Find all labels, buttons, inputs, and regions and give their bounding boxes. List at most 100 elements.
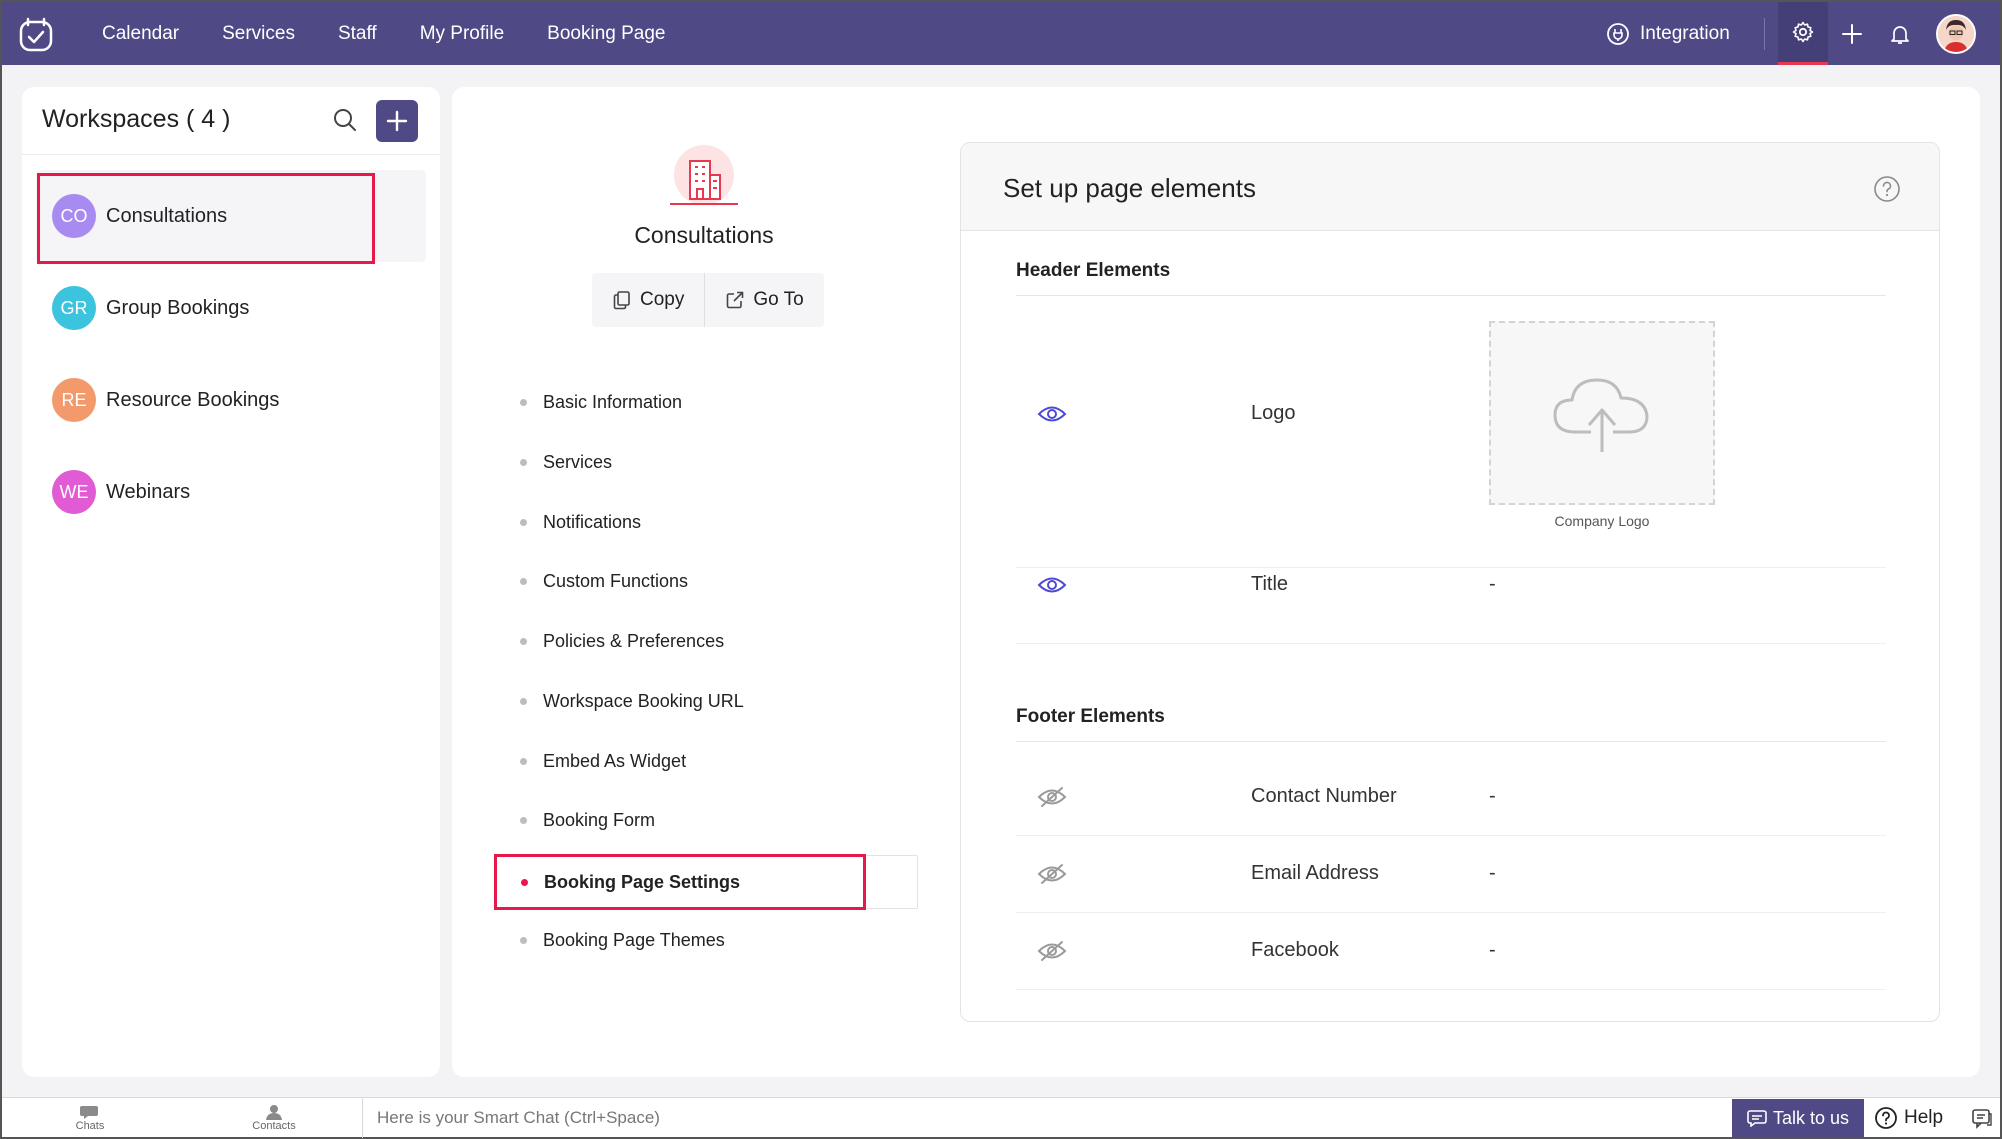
chat-window-icon[interactable] [1970, 1106, 1994, 1130]
add-button[interactable] [1832, 2, 1872, 65]
contacts-button[interactable]: Contacts [244, 1100, 304, 1136]
workspace-item-resource-bookings[interactable]: RE Resource Bookings [36, 354, 426, 446]
copy-icon [613, 291, 630, 310]
bullet-icon [520, 637, 527, 645]
bullet-icon [520, 936, 527, 944]
search-icon[interactable] [330, 105, 360, 135]
nav-services[interactable]: Services [222, 23, 295, 45]
integration-label: Integration [1640, 22, 1730, 44]
cloud-upload-icon [1553, 378, 1649, 452]
highlight-annotation [494, 854, 866, 910]
help-label: Help [1904, 1107, 1944, 1128]
menu-embed-as-widget[interactable]: Embed As Widget [496, 736, 918, 786]
logo-upload-area[interactable] [1489, 321, 1715, 505]
plus-icon [1842, 23, 1862, 44]
nav-calendar[interactable]: Calendar [102, 23, 179, 45]
menu-label: Embed As Widget [543, 750, 687, 771]
external-link-icon [727, 291, 744, 309]
eye-icon[interactable] [1037, 403, 1067, 425]
chats-button[interactable]: Chats [60, 1100, 120, 1136]
row-divider [1016, 567, 1886, 568]
smart-chat-input[interactable]: Here is your Smart Chat (Ctrl+Space) [377, 1098, 660, 1138]
go-to-button[interactable]: Go To [705, 273, 823, 327]
section-divider [1016, 295, 1886, 296]
panel-title: Set up page elements [1003, 173, 1256, 203]
menu-label: Notifications [543, 511, 642, 532]
menu-label: Booking Form [543, 809, 656, 830]
message-icon [1747, 1110, 1767, 1127]
bullet-icon [520, 398, 527, 406]
workspace-avatar: GR [52, 286, 96, 330]
workspace-actions: Copy Go To [592, 273, 824, 327]
menu-policies-preferences[interactable]: Policies & Preferences [496, 616, 918, 666]
contact-person-icon [266, 1105, 282, 1120]
menu-label: Custom Functions [543, 570, 689, 591]
menu-label: Workspace Booking URL [543, 690, 744, 711]
eye-off-icon[interactable] [1037, 786, 1067, 808]
logo-caption: Company Logo [1554, 513, 1650, 529]
menu-services[interactable]: Services [496, 437, 918, 487]
bullet-icon [520, 518, 527, 526]
section-divider [1016, 741, 1886, 742]
chat-bubble-icon [80, 1106, 98, 1119]
row-divider [1016, 643, 1886, 644]
menu-label: Booking Page Themes [543, 929, 725, 950]
plug-icon [1607, 22, 1629, 45]
workspace-avatar: RE [52, 378, 96, 422]
talk-label: Talk to us [1772, 1107, 1850, 1128]
email-address-label: Email Address [1251, 862, 1379, 884]
settings-button[interactable] [1778, 2, 1828, 65]
workspace-item-group-bookings[interactable]: GR Group Bookings [36, 262, 426, 354]
topbar-divider [1764, 18, 1765, 50]
nav-booking-page[interactable]: Booking Page [547, 23, 665, 45]
eye-icon[interactable] [1037, 574, 1067, 596]
go-to-label: Go To [753, 289, 804, 310]
main-nav: Calendar Services Staff My Profile Booki… [102, 2, 709, 65]
eye-off-icon[interactable] [1037, 863, 1067, 885]
menu-custom-functions[interactable]: Custom Functions [496, 556, 918, 606]
menu-basic-information[interactable]: Basic Information [496, 377, 918, 427]
sidebar-divider [22, 154, 440, 155]
logo-label: Logo [1251, 402, 1296, 424]
menu-workspace-booking-url[interactable]: Workspace Booking URL [496, 676, 918, 726]
header-elements-title: Header Elements [1016, 260, 1171, 281]
contact-number-value: - [1489, 785, 1496, 807]
row-divider [1016, 912, 1886, 913]
workspaces-title: Workspaces ( 4 ) [42, 105, 231, 133]
bullet-icon [520, 697, 527, 705]
workspace-settings-card: Consultations Copy Go To Basic Informati… [452, 87, 1980, 1077]
integration-link[interactable]: Integration [1606, 2, 1730, 65]
user-avatar[interactable] [1936, 14, 1976, 54]
help-button[interactable]: Help [1874, 1099, 1943, 1137]
workspace-item-webinars[interactable]: WE Webinars [36, 446, 426, 538]
title-value: - [1489, 573, 1496, 595]
menu-label: Services [543, 451, 613, 472]
menu-booking-form[interactable]: Booking Form [496, 795, 918, 845]
page-elements-panel: Set up page elements Header Elements Log… [960, 142, 1940, 1022]
chats-label: Chats [75, 1120, 105, 1132]
help-icon[interactable] [1873, 175, 1901, 203]
bullet-icon [520, 577, 527, 585]
eye-off-icon[interactable] [1037, 940, 1067, 962]
bottombar-divider [362, 1098, 363, 1138]
bullet-icon [520, 816, 527, 824]
menu-label: Basic Information [543, 391, 683, 412]
talk-to-us-button[interactable]: Talk to us [1732, 1099, 1864, 1137]
menu-notifications[interactable]: Notifications [496, 497, 918, 547]
app-logo-icon[interactable] [16, 14, 56, 54]
top-navigation-bar: Calendar Services Staff My Profile Booki… [2, 2, 2000, 65]
notifications-button[interactable] [1880, 2, 1920, 65]
plus-icon [386, 110, 408, 132]
panel-header: Set up page elements [961, 143, 1939, 231]
workspace-name: Resource Bookings [106, 388, 280, 411]
contacts-label: Contacts [252, 1120, 296, 1132]
menu-booking-page-themes[interactable]: Booking Page Themes [496, 915, 918, 965]
nav-staff[interactable]: Staff [338, 23, 377, 45]
workspace-name: Webinars [106, 480, 191, 503]
copy-button[interactable]: Copy [592, 273, 704, 327]
nav-my-profile[interactable]: My Profile [420, 23, 504, 45]
bottom-bar: Chats Contacts Here is your Smart Chat (… [2, 1097, 2000, 1138]
highlight-annotation [37, 173, 375, 264]
add-workspace-button[interactable] [376, 100, 418, 142]
bullet-icon [520, 458, 527, 466]
